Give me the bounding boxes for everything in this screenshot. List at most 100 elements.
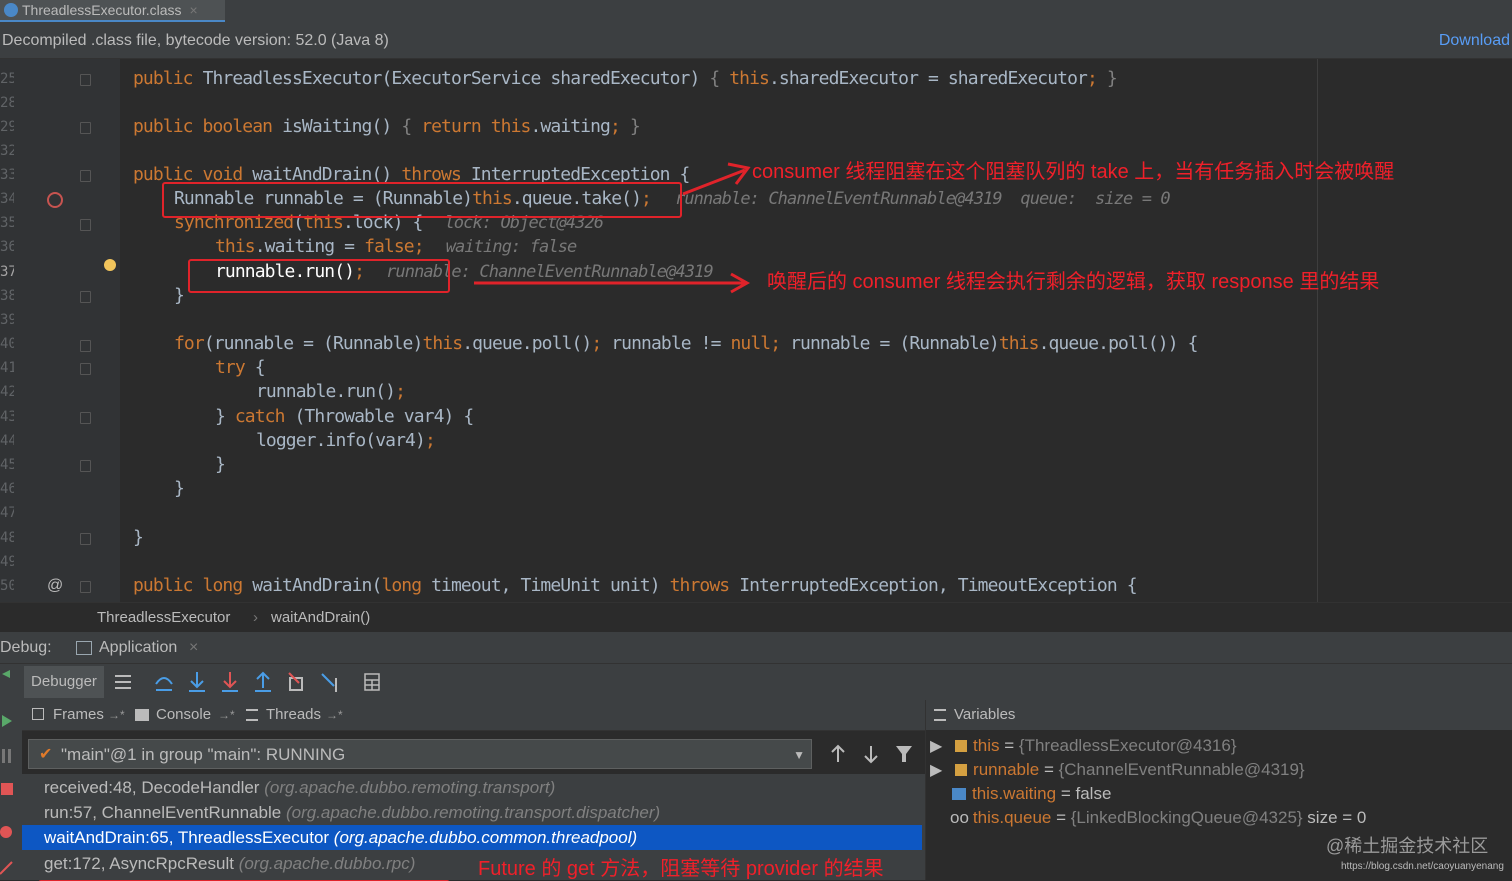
tab-frames[interactable]: Frames <box>53 700 104 730</box>
line-number: 33 <box>0 167 14 183</box>
step-into-icon <box>189 672 205 692</box>
frame-method: get:172, AsyncRpcResult <box>44 854 234 873</box>
inline-debug-value: waiting: false <box>445 237 578 257</box>
line-number: 50 <box>0 578 14 594</box>
variable-row[interactable]: ▶ this = {ThreadlessExecutor@4316} <box>930 734 1237 758</box>
fold-marker-icon[interactable] <box>80 170 91 182</box>
fold-marker-icon[interactable] <box>80 122 91 134</box>
fold-marker-icon[interactable] <box>80 340 91 352</box>
pin-arrow-icon[interactable]: →* <box>218 700 235 730</box>
token: } <box>174 285 185 306</box>
fold-marker-icon[interactable] <box>80 460 91 472</box>
code-line-46: } <box>174 477 185 501</box>
tab-threads[interactable]: Threads <box>266 700 321 730</box>
breakpoint-icon[interactable] <box>47 192 63 208</box>
variables-title: Variables <box>954 706 1016 723</box>
lightbulb-icon[interactable] <box>104 259 116 271</box>
next-frame-icon <box>864 746 878 764</box>
inline-debug-value: runnable: ChannelEventRunnable@4319 queu… <box>674 189 1171 209</box>
thread-selector[interactable]: ✔ "main"@1 in group "main": RUNNING ▼ <box>28 739 812 769</box>
code-editor[interactable]: public ThreadlessExecutor(ExecutorServic… <box>120 59 1512 602</box>
token: null <box>730 333 772 354</box>
token: logger.info(var4) <box>256 430 426 451</box>
code-line-36: this.waiting = false; waiting: false <box>215 235 578 259</box>
frame-package: (org.apache.dubbo.remoting.transport.dis… <box>285 803 661 822</box>
pin-arrow-icon[interactable]: →* <box>108 700 125 730</box>
annotation-box-run <box>188 259 450 293</box>
pin-arrow-icon[interactable]: →* <box>326 700 343 730</box>
frame-package: (org.apache.dubbo.common.threadpool) <box>333 828 638 847</box>
chevron-down-icon[interactable]: ▼ <box>793 740 805 770</box>
frame-row-selected[interactable]: waitAndDrain:65, ThreadlessExecutor (org… <box>22 825 922 850</box>
line-number: 29 <box>0 119 14 135</box>
fold-marker-icon[interactable] <box>80 533 91 545</box>
token: ThreadlessExecutor <box>202 68 383 89</box>
frame-row[interactable]: received:48, DecodeHandler (org.apache.d… <box>22 775 922 800</box>
fold-marker-icon[interactable] <box>80 412 91 424</box>
frame-nav-icons <box>831 744 912 764</box>
token: false <box>364 236 415 257</box>
breadcrumb-method[interactable]: waitAndDrain() <box>271 603 370 632</box>
token: this <box>490 116 532 137</box>
token: ; <box>424 430 436 451</box>
code-line-44: logger.info(var4); <box>256 429 436 453</box>
token: (runnable = (Runnable) <box>203 333 424 354</box>
token: .queue.poll()) { <box>1038 333 1199 354</box>
token: () <box>371 116 402 137</box>
token: (Throwable var4) { <box>284 406 474 427</box>
drop-frame-icon <box>288 672 303 691</box>
layout-icon <box>115 675 131 689</box>
line-number: 48 <box>0 530 14 546</box>
decompiled-banner: Decompiled .class file, bytecode version… <box>0 23 1512 59</box>
fold-marker-icon[interactable] <box>80 581 91 593</box>
line-number: 25 <box>0 71 14 87</box>
watermark-url: https://blog.csdn.net/caoyuanyenang <box>1341 861 1504 872</box>
watch-glasses-icon: oo <box>950 808 969 827</box>
token: this <box>998 333 1040 354</box>
frame-method: received:48, DecodeHandler <box>44 778 260 797</box>
line-number: 35 <box>0 215 14 231</box>
fold-marker-icon[interactable] <box>80 363 91 375</box>
tab-threadless-executor[interactable]: ThreadlessExecutor.class × <box>0 0 225 22</box>
variable-row[interactable]: this.waiting = false <box>952 782 1111 806</box>
tab-console[interactable]: Console <box>156 700 211 730</box>
fold-marker-icon[interactable] <box>80 219 91 231</box>
token: public boolean <box>133 116 283 137</box>
tab-title: ThreadlessExecutor.class <box>22 2 182 18</box>
token: ; <box>395 381 406 402</box>
token: .waiting = <box>254 236 365 257</box>
fold-marker-icon[interactable] <box>80 74 91 86</box>
variable-eq: = <box>1056 784 1076 803</box>
download-link[interactable]: Download <box>1439 23 1510 58</box>
token: throws <box>669 575 740 596</box>
editor-gutter: 25 28 29 32 33 34 35 36 37 38 39 40 41 4… <box>0 59 120 602</box>
variable-value: {ThreadlessExecutor@4316} <box>1018 736 1237 755</box>
variable-row[interactable]: oo this.queue = {LinkedBlockingQueue@4325… <box>950 806 1366 830</box>
frame-method: waitAndDrain:65, ThreadlessExecutor <box>44 828 330 847</box>
line-number: 41 <box>0 360 14 376</box>
variable-name: this <box>973 736 1000 755</box>
token: ; <box>770 333 791 354</box>
threads-icon <box>246 709 258 721</box>
application-config-icon <box>76 641 92 655</box>
token: runnable.run() <box>256 381 396 402</box>
annotation-take-note: consumer 线程阻塞在这个阻塞队列的 take 上，当有任务插入时会被唤醒 <box>752 161 1395 183</box>
token: runnable != <box>611 333 731 354</box>
token: ; <box>591 333 612 354</box>
expand-arrow-icon[interactable]: ▶ <box>930 759 942 783</box>
override-marker-icon[interactable]: @ <box>47 574 63 598</box>
pause-icon <box>2 749 11 763</box>
line-number: 46 <box>0 481 14 497</box>
tab-close-icon[interactable]: × <box>190 2 198 18</box>
expand-arrow-icon[interactable]: ▶ <box>930 735 942 759</box>
frame-row[interactable]: run:57, ChannelEventRunnable (org.apache… <box>22 800 922 825</box>
token: } <box>1096 68 1118 89</box>
line-number: 34 <box>0 191 14 207</box>
debug-tab-close-icon[interactable]: × <box>189 632 198 664</box>
debug-config-tab[interactable]: Application <box>99 632 177 664</box>
fold-marker-icon[interactable] <box>80 291 91 303</box>
breadcrumb-class[interactable]: ThreadlessExecutor <box>97 603 230 632</box>
token: InterruptedException, TimeoutException { <box>739 575 1137 596</box>
watermark: @稀土掘金技术社区 <box>1326 836 1489 856</box>
variable-row[interactable]: ▶ runnable = {ChannelEventRunnable@4319} <box>930 758 1305 782</box>
